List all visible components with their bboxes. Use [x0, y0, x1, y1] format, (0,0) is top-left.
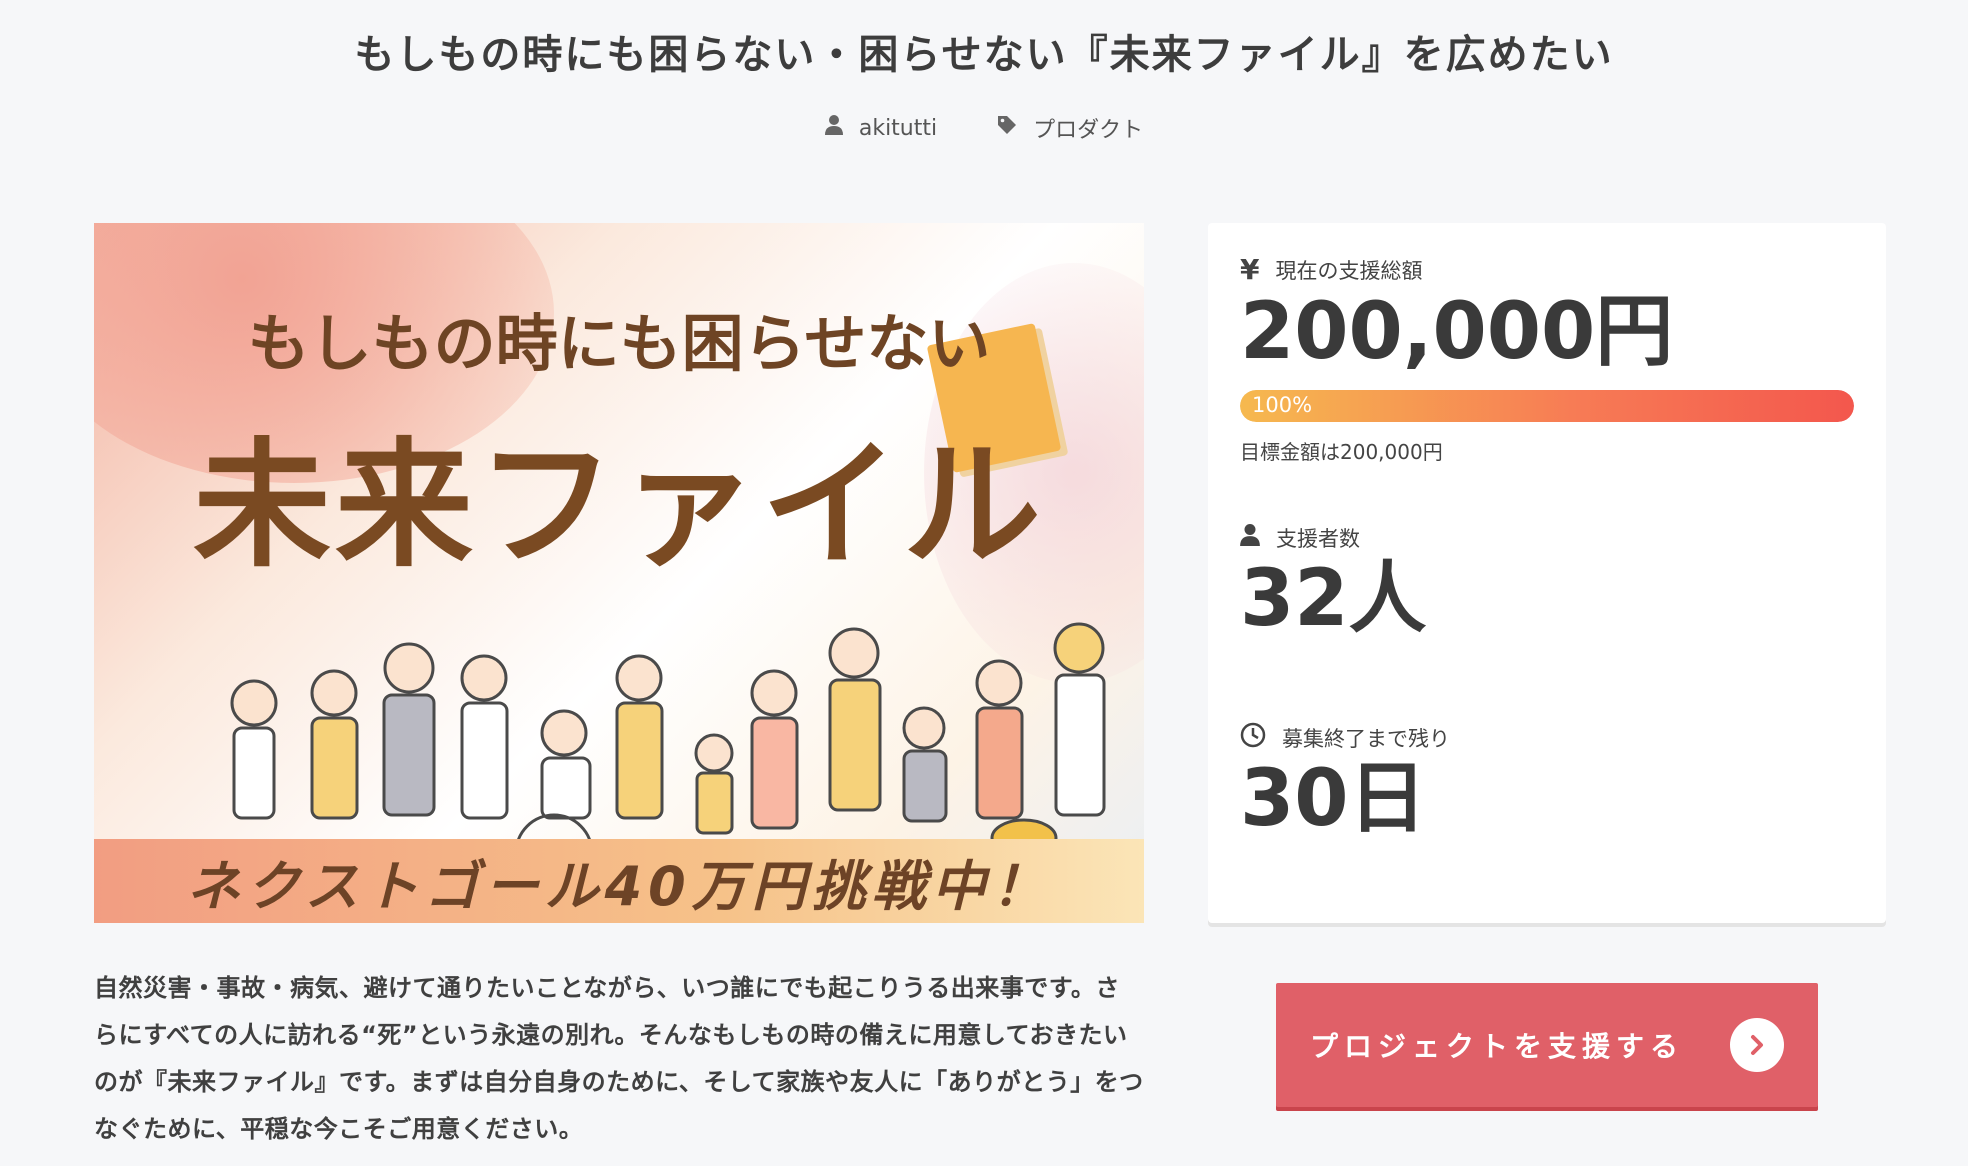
progress-fill [1240, 389, 1854, 422]
project-hero-image: もしもの時にも困らせない 未来ファイル ネクストゴール40万円挑戦中！ [94, 223, 1144, 923]
user-icon [824, 115, 843, 141]
author-link[interactable]: akitutti [824, 112, 938, 144]
author-name: akitutti [858, 115, 938, 141]
progress-percent: 100% [1252, 392, 1313, 417]
funding-stats-card: ¥ 現在の支援総額 200,000円 100% 目標金額は200,000円 支援… [1208, 223, 1886, 923]
project-description: 自然災害・事故・病気、避けて通りたいことながら、いつ誰にでも起こりうる出来事です… [94, 974, 1144, 1143]
backers-value: 32人 [1240, 553, 1427, 644]
category-link[interactable]: プロダクト [997, 112, 1143, 144]
hero-subtitle: もしもの時にも困らせない [247, 307, 991, 380]
tag-icon [997, 115, 1017, 141]
amount-value: 200,000円 [1240, 287, 1674, 377]
backers-label: 支援者数 [1276, 526, 1360, 551]
project-meta: akitutti プロダクト [0, 112, 1968, 144]
category-name: プロダクト [1033, 118, 1144, 143]
amount-label: 現在の支援総額 [1275, 258, 1423, 283]
chevron-right-icon [1730, 1018, 1784, 1072]
support-project-button[interactable]: プロジェクトを支援する [1276, 983, 1818, 1107]
page-title: もしもの時にも困らない・困らせない『未来ファイル』を広めたい [354, 32, 1614, 78]
goal-amount: 目標金額は200,000円 [1240, 439, 1443, 464]
clock-icon [1240, 722, 1266, 753]
backers-label-row: 支援者数 [1240, 523, 1854, 553]
remaining-value: 30日 [1240, 754, 1427, 845]
remaining-label: 募集終了まで残り [1282, 726, 1450, 751]
amount-label-row: ¥ 現在の支援総額 [1240, 253, 1854, 286]
remaining-label-row: 募集終了まで残り [1240, 722, 1854, 753]
yen-icon: ¥ [1240, 253, 1260, 286]
hero-headline: 未来ファイル [192, 425, 1045, 586]
funding-progress-bar: 100% [1240, 389, 1854, 422]
hero-banner: ネクストゴール40万円挑戦中！ [94, 839, 1144, 923]
support-button-label: プロジェクトを支援する [1310, 1030, 1685, 1063]
user-icon [1240, 524, 1260, 551]
